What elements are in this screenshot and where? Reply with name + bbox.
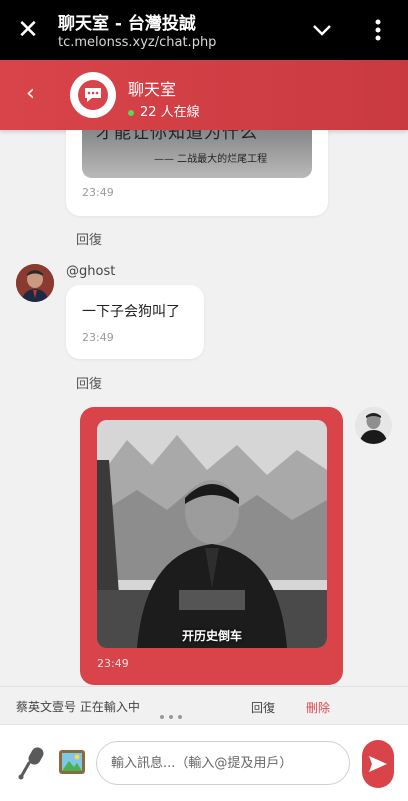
message-text: 一下子会狗叫了 (82, 304, 180, 320)
typing-indicator: 蔡英文壹号 正在輸入中 (16, 700, 140, 714)
browser-page-title: 聊天室 - 台灣投誠 (58, 14, 196, 34)
reply-button[interactable]: 回復 (76, 373, 102, 392)
back-icon[interactable]: ‹ (26, 82, 44, 106)
image-caption: 开历史倒车 (181, 629, 242, 643)
send-button[interactable] (362, 740, 394, 788)
message-bubble: 一下子会狗叫了 23:49 (66, 285, 204, 359)
microphone-icon[interactable] (16, 745, 48, 781)
chat-room-logo (70, 72, 116, 118)
chat-bubble-icon (78, 80, 108, 110)
avatar[interactable] (355, 407, 392, 444)
online-count-text: 22 人在線 (140, 105, 200, 120)
close-icon[interactable]: ✕ (14, 16, 42, 44)
chevron-down-icon[interactable] (310, 18, 334, 42)
message-input[interactable] (96, 741, 350, 785)
image-text: 才能让你知道为什么 (96, 130, 258, 143)
reply-button[interactable]: 回復 (251, 699, 275, 716)
message-username[interactable]: @ghost (66, 264, 115, 279)
more-vertical-icon[interactable] (368, 16, 388, 44)
message-time: 23:49 (82, 331, 114, 344)
delete-button[interactable]: 刪除 (306, 699, 330, 716)
reply-button[interactable]: 回復 (76, 229, 102, 248)
message-time: 23:49 (97, 657, 129, 670)
message-image[interactable]: 才能让你知道为什么 —— 二战最大的烂尾工程 (82, 130, 312, 178)
message-time: 23:49 (82, 186, 114, 199)
message-card-self: 开历史倒车 23:49 (80, 407, 343, 685)
avatar[interactable] (16, 264, 54, 302)
browser-bar: ✕ 聊天室 - 台灣投誠 tc.melonss.xyz/chat.php (0, 0, 408, 60)
image-quote: —— 二战最大的烂尾工程 (154, 154, 268, 165)
message-list[interactable]: 才能让你知道为什么 —— 二战最大的烂尾工程 23:49 回復 @ghost 一… (0, 130, 408, 686)
typing-bar: 蔡英文壹号 正在輸入中 回復 刪除 (0, 686, 408, 725)
chat-header: ‹ 聊天室 22 人在線 (0, 60, 408, 130)
online-dot-icon (128, 109, 134, 116)
browser-url[interactable]: tc.melonss.xyz/chat.php (58, 35, 216, 50)
message-card: 才能让你知道为什么 —— 二战最大的烂尾工程 23:49 (66, 130, 328, 216)
chat-room-title: 聊天室 (128, 80, 177, 99)
message-image[interactable]: 开历史倒车 (97, 420, 327, 648)
image-icon[interactable] (58, 747, 86, 777)
send-icon (369, 756, 387, 772)
typing-dots-icon (160, 704, 187, 723)
online-count: 22 人在線 (128, 101, 200, 120)
composer-bar (0, 724, 408, 801)
